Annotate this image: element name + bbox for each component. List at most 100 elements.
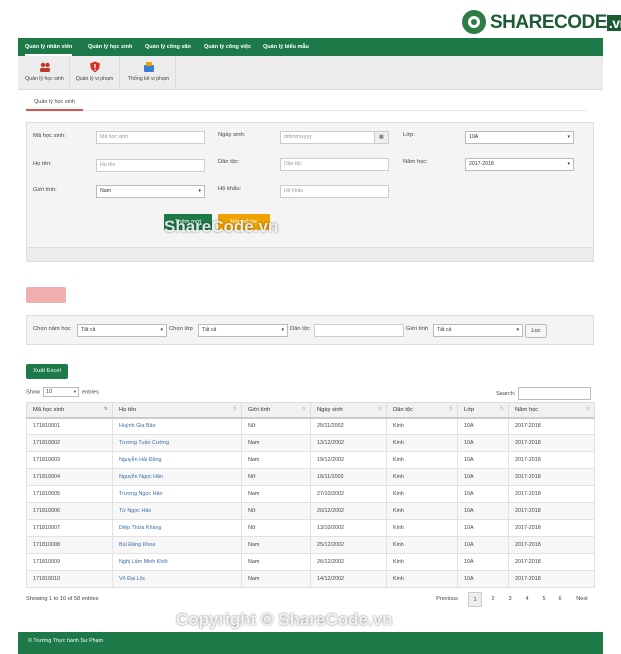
filter-bar: Chọn năm học Tất cả ▾ Chọn lớp Tất cả ▾ Dâ… — [26, 315, 594, 345]
table-cell: 10A — [457, 553, 509, 571]
table-cell: Nam — [241, 434, 311, 452]
previous-page-button[interactable]: Previous — [430, 592, 464, 607]
filter-ethnicity-input[interactable] — [314, 324, 404, 337]
school-year-select[interactable]: 2017-2018 ▾ — [465, 158, 574, 171]
table-cell: 2017-2018 — [508, 434, 595, 452]
column-header-label: Giới tính — [248, 406, 271, 413]
page-button[interactable]: 4 — [520, 592, 534, 607]
filter-year-value: Tất cả — [81, 327, 96, 333]
table-row[interactable]: 171810002 Trương Tuấn Cường Nam 13/12/2002 K… — [26, 434, 595, 452]
gender-label: Giới tính: — [33, 187, 57, 193]
page-button[interactable]: 5 — [537, 592, 551, 607]
column-header-label: Lớp — [464, 406, 475, 413]
brand-suffix: .vn — [606, 15, 621, 31]
filter-class-select[interactable]: Tất cả ▾ — [198, 324, 288, 337]
table-cell: 10A — [457, 536, 509, 554]
nav-item-documents[interactable]: Quản lý công văn — [145, 38, 191, 56]
full-name-label: Họ tên: — [33, 161, 52, 167]
table-cell: 2017-2018 — [508, 536, 595, 554]
table-cell[interactable]: Bùi Đăng Khoa — [112, 536, 242, 554]
subnav-item-report[interactable]: Thống kê vi phạm — [122, 56, 176, 90]
page-button[interactable]: 2 — [486, 592, 500, 607]
chevron-down-icon: ▾ — [160, 327, 163, 333]
nav-item-forms[interactable]: Quản lý biểu mẫu — [263, 38, 309, 56]
filter-class-value: Tất cả — [202, 327, 217, 333]
table-cell[interactable]: Võ Đại Lộc — [112, 570, 242, 588]
subnav-label: Thống kê vi phạm — [127, 76, 170, 82]
main-content: Quản lý học sinh Mã học sinh: Mã học sin… — [18, 90, 603, 632]
table-cell: 10A — [457, 502, 509, 520]
school-year-label: Năm học: — [403, 159, 428, 165]
table-cell: 13/10/2002 — [310, 519, 387, 537]
subnav-label: Quản lý học sinh — [25, 76, 64, 82]
filter-ethnicity-label: Dân tộc — [290, 326, 310, 332]
column-header-label: Dân tộc — [393, 406, 413, 413]
table-row[interactable]: 171810003 Nguyễn Hải Đăng Nam 19/12/2002 Kin… — [26, 451, 595, 469]
table-cell[interactable]: Trương Tuấn Cường — [112, 434, 242, 452]
table-row[interactable]: 171810001 Huỳnh Gia Bảo Nữ 25/11/2002 Kinh 10… — [26, 417, 595, 435]
table-cell: Nữ — [241, 502, 311, 520]
page-button[interactable]: 3 — [503, 592, 517, 607]
subnav-item-students[interactable]: Quản lý học sinh — [20, 56, 70, 90]
table-cell: 2017-2018 — [508, 502, 595, 520]
table-row[interactable]: 171810008 Bùi Đăng Khoa Nam 25/12/2002 Kinh 1… — [26, 536, 595, 554]
table-cell[interactable]: Từ Ngọc Hân — [112, 502, 242, 520]
export-excel-button[interactable]: Xuất Excel — [26, 364, 68, 379]
filter-year-select[interactable]: Tất cả ▾ — [77, 324, 167, 337]
column-header[interactable]: Giới tính ⇅ — [241, 402, 311, 419]
table-row[interactable]: 171810007 Diệp Thừa Khang Nữ 13/10/2002 Kinh… — [26, 519, 595, 537]
page-length-select[interactable]: 10 ▾ — [43, 387, 79, 397]
filter-gender-select[interactable]: Tất cả ▾ — [433, 324, 523, 337]
table-cell: Kinh — [386, 468, 458, 486]
column-header[interactable]: Mã học sinh ⇅ — [26, 402, 113, 419]
column-header[interactable]: Dân tộc ⇅ — [386, 402, 458, 419]
gender-select[interactable]: Nam ▾ — [96, 185, 205, 198]
table-cell[interactable]: Nghị Lâm Minh Khôi — [112, 553, 242, 571]
chevron-down-icon: ▾ — [516, 327, 519, 333]
nav-item-tasks[interactable]: Quản lý công việc — [204, 38, 251, 56]
next-page-button[interactable]: Next — [570, 592, 594, 607]
subnav-item-violations[interactable]: Quản lý vi phạm — [70, 56, 120, 90]
table-cell: 27/10/2002 — [310, 485, 387, 503]
search-input[interactable] — [518, 387, 592, 400]
table-cell[interactable]: Nguyễn Ngọc Hân — [112, 468, 242, 486]
calendar-icon[interactable]: ▦ — [374, 132, 388, 143]
page-button[interactable]: 6 — [553, 592, 567, 607]
ethnicity-input[interactable]: Dân tộc — [280, 158, 389, 171]
table-row[interactable]: 171810004 Nguyễn Ngọc Hân Nữ 18/11/2002 Kinh… — [26, 468, 595, 486]
column-header[interactable]: Họ tên ⇅ — [112, 402, 242, 419]
column-header-label: Ngày sinh — [317, 406, 343, 413]
table-cell: 10A — [457, 519, 509, 537]
table-row[interactable]: 171810006 Từ Ngọc Hân Nữ 20/12/2002 Kinh 10A 2… — [26, 502, 595, 520]
filter-button[interactable]: Lọc — [525, 324, 547, 338]
nav-item-students[interactable]: Quản lý học sinh — [88, 38, 132, 56]
table-cell[interactable]: Trương Ngọc Hân — [112, 485, 242, 503]
table-cell: Kinh — [386, 417, 458, 435]
table-cell: Kinh — [386, 570, 458, 588]
table-cell: Kinh — [386, 502, 458, 520]
table-cell[interactable]: Huỳnh Gia Bảo — [112, 417, 242, 435]
column-header[interactable]: Năm học ⇅ — [508, 402, 595, 419]
show-prefix: Show — [26, 389, 40, 396]
class-select[interactable]: 10A ▾ — [465, 131, 574, 144]
table-cell: 2017-2018 — [508, 570, 595, 588]
table-cell[interactable]: Nguyễn Hải Đăng — [112, 451, 242, 469]
household-input[interactable]: Hộ khẩu — [280, 185, 389, 198]
nav-item-staff[interactable]: Quản lý nhân viên — [25, 38, 73, 56]
tab-student-management[interactable]: Quản lý học sinh — [26, 96, 83, 111]
student-id-input[interactable]: Mã học sinh — [96, 131, 205, 144]
table-cell: 171810007 — [26, 519, 113, 537]
column-header[interactable]: Ngày sinh ⇅ — [310, 402, 387, 419]
table-cell[interactable]: Diệp Thừa Khang — [112, 519, 242, 537]
sort-icon: ⇅ — [448, 406, 453, 412]
column-header[interactable]: Lớp ⇅ — [457, 402, 509, 419]
birth-date-label: Ngày sinh: — [218, 132, 246, 138]
panel-footer — [27, 247, 593, 261]
table-row[interactable]: 171810010 Võ Đại Lộc Nam 14/12/2002 Kinh 10A 2… — [26, 570, 595, 588]
table-row[interactable]: 171810009 Nghị Lâm Minh Khôi Nam 26/12/2002… — [26, 553, 595, 571]
full-name-input[interactable]: Họ tên — [96, 159, 205, 172]
birth-date-input[interactable]: dd/mm/yyyy ▦ — [280, 131, 389, 144]
page-button[interactable]: 1 — [468, 592, 482, 607]
table-row[interactable]: 171810005 Trương Ngọc Hân Nam 27/10/2002 Kin… — [26, 485, 595, 503]
table-cell: 25/11/2002 — [310, 417, 387, 435]
